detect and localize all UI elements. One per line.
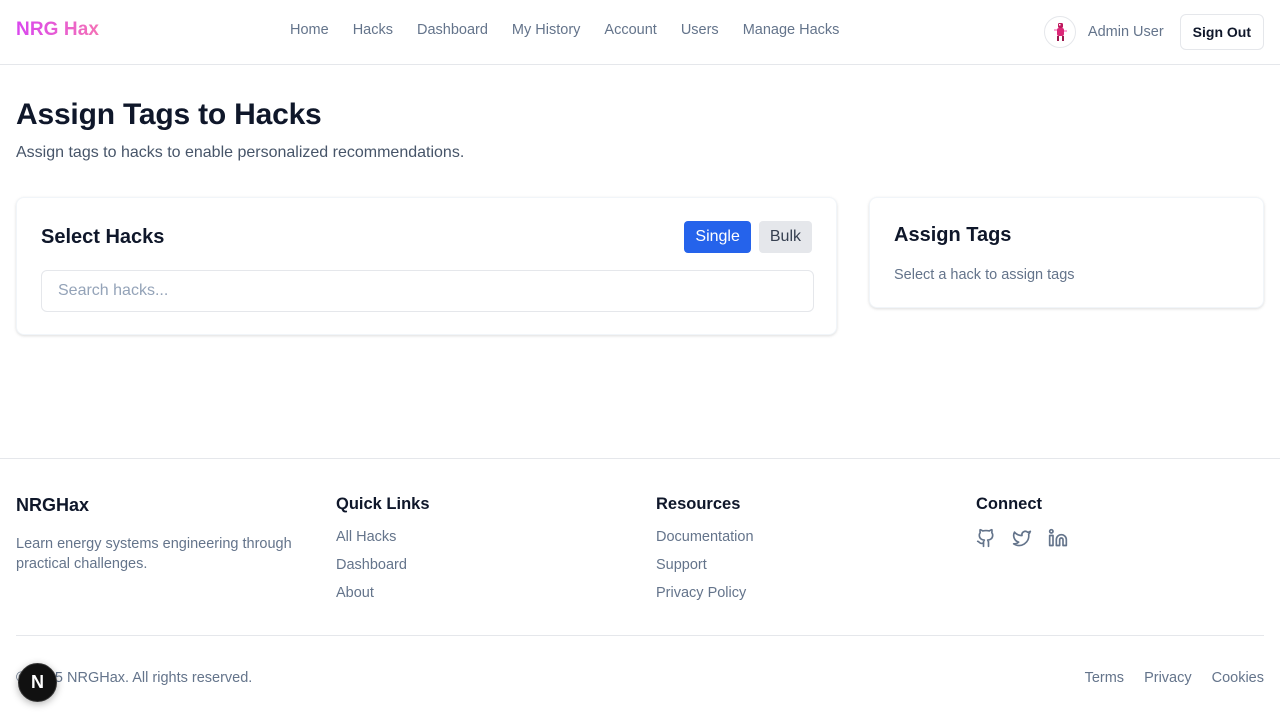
user-menu: Admin User Sign Out — [1043, 14, 1264, 50]
footer-description: Learn energy systems engineering through… — [16, 536, 292, 572]
site-logo[interactable]: NRG Hax — [16, 19, 99, 41]
nav-link-hacks[interactable]: Hacks — [353, 22, 393, 38]
quick-links-heading: Quick Links — [336, 495, 430, 513]
footer-resources-column: Resources Documentation Support Privacy … — [656, 495, 754, 603]
footer-brand-column: NRGHax Learn energy systems engineering … — [16, 495, 316, 574]
footer-link-about[interactable]: About — [336, 584, 430, 603]
connect-heading: Connect — [976, 495, 1042, 513]
footer-link-all-hacks[interactable]: All Hacks — [336, 528, 430, 547]
main-nav: Home Hacks Dashboard My History Account … — [290, 22, 839, 38]
nav-link-dashboard[interactable]: Dashboard — [417, 22, 488, 38]
nav-link-home[interactable]: Home — [290, 22, 329, 38]
nav-link-account[interactable]: Account — [604, 22, 656, 38]
footer-link-documentation[interactable]: Documentation — [656, 528, 754, 547]
site-footer: NRGHax Learn energy systems engineering … — [0, 458, 1280, 720]
bulk-mode-button[interactable]: Bulk — [758, 221, 812, 253]
select-hacks-card: Select Hacks Single Bulk — [16, 197, 837, 335]
single-mode-button[interactable]: Single — [684, 221, 751, 253]
dev-tools-badge[interactable]: N — [18, 663, 57, 702]
footer-quick-links-column: Quick Links All Hacks Dashboard About — [336, 495, 430, 603]
legal-links: Terms Privacy Cookies — [1085, 670, 1264, 686]
assign-tags-hint: Select a hack to assign tags — [894, 267, 1075, 283]
search-hacks-input[interactable] — [41, 270, 814, 312]
sign-out-button[interactable]: Sign Out — [1179, 14, 1264, 50]
twitter-icon[interactable] — [1012, 528, 1032, 548]
legal-link-privacy[interactable]: Privacy — [1144, 670, 1192, 686]
nav-link-users[interactable]: Users — [681, 22, 719, 38]
resources-heading: Resources — [656, 495, 741, 513]
footer-link-dashboard[interactable]: Dashboard — [336, 556, 430, 575]
assign-tags-card: Assign Tags Select a hack to assign tags — [869, 197, 1264, 308]
nav-link-my-history[interactable]: My History — [512, 22, 580, 38]
linkedin-icon[interactable] — [1048, 528, 1068, 548]
legal-link-terms[interactable]: Terms — [1085, 670, 1124, 686]
select-hacks-title: Select Hacks — [41, 226, 165, 248]
page-subtitle: Assign tags to hacks to enable personali… — [16, 144, 465, 161]
assign-tags-title: Assign Tags — [894, 224, 1012, 246]
user-avatar[interactable] — [1043, 16, 1076, 48]
footer-link-support[interactable]: Support — [656, 556, 754, 575]
user-name: Admin User — [1087, 24, 1164, 40]
footer-brand: NRGHax — [16, 495, 90, 515]
footer-divider — [16, 635, 1264, 636]
legal-link-cookies[interactable]: Cookies — [1212, 670, 1264, 686]
selection-mode-toggle: Single Bulk — [684, 221, 812, 253]
nav-link-manage-hacks[interactable]: Manage Hacks — [743, 22, 840, 38]
top-navbar: NRG Hax Home Hacks Dashboard My History … — [0, 0, 1280, 65]
page-title: Assign Tags to Hacks — [16, 98, 322, 131]
footer-link-privacy-policy[interactable]: Privacy Policy — [656, 584, 754, 603]
footer-connect-column: Connect — [976, 495, 1068, 548]
github-icon[interactable] — [976, 528, 996, 548]
avatar-image — [1053, 23, 1067, 41]
